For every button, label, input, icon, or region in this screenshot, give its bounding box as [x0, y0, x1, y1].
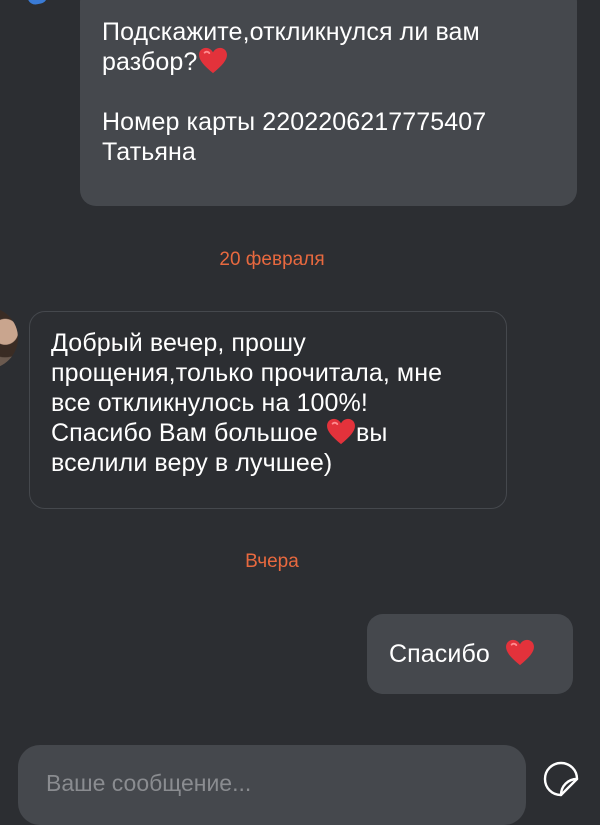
message-text: Спасибо	[389, 640, 490, 668]
partial-avatar-top	[27, 0, 49, 6]
message-line: Добрый вечер, прошу	[51, 329, 306, 357]
date-separator: 20 февраля	[219, 249, 325, 270]
avatar[interactable]	[0, 307, 18, 369]
message-text: Спасибо Вам большое	[51, 419, 318, 447]
message-spacer	[102, 77, 557, 107]
outgoing-message-bubble[interactable]: Спасибо	[367, 614, 573, 694]
message-text: разбор?	[102, 48, 198, 76]
sticker-icon[interactable]	[542, 760, 580, 798]
message-input[interactable]	[46, 770, 486, 797]
outgoing-message-bubble[interactable]: Подскажите,откликнулся ли вам разбор? Но…	[80, 0, 577, 206]
message-line: Спасибо Вам большое вы	[51, 418, 486, 448]
message-line: разбор?	[102, 47, 557, 77]
incoming-message-bubble[interactable]: Добрый вечер, прошу прощения,только проч…	[29, 311, 507, 509]
heart-emoji-icon	[505, 639, 535, 666]
date-separator: Вчера	[245, 551, 299, 572]
message-line: Номер карты 2202206217775407	[102, 108, 487, 136]
message-line: Подскажите,откликнулся ли вам	[102, 18, 480, 46]
heart-emoji-icon	[198, 47, 228, 74]
heart-emoji-icon	[326, 418, 356, 445]
message-line: все откликнулось на 100%!	[51, 389, 368, 417]
message-line: Татьяна	[102, 138, 196, 166]
message-line: прощения,только прочитала, мне	[51, 359, 443, 387]
message-text: вы	[355, 419, 388, 447]
message-line: вселили веру в лучшее)	[51, 449, 333, 477]
message-composer	[18, 745, 526, 825]
